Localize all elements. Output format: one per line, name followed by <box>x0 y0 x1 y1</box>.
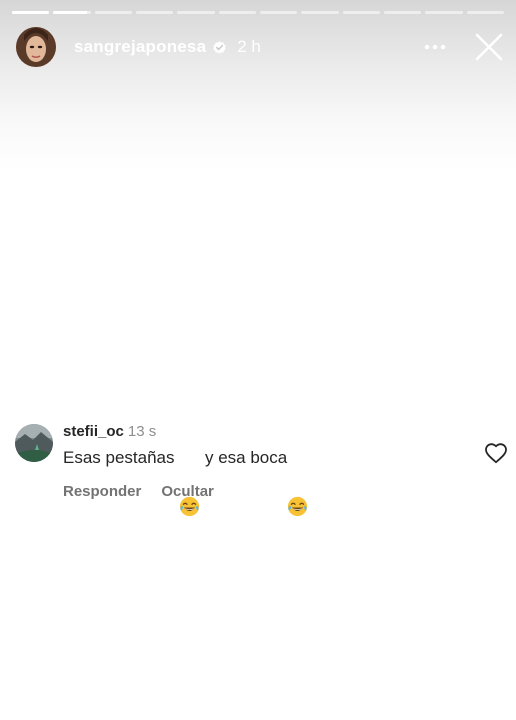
progress-segment <box>425 11 463 14</box>
comment-actions: Responder Ocultar <box>63 483 468 500</box>
story-author-username[interactable]: sangrejaponesa <box>74 37 206 57</box>
comment-text: Esas pestañas y esa boca <box>63 446 468 516</box>
progress-segment <box>342 11 380 14</box>
commenter-avatar[interactable] <box>15 424 53 462</box>
verified-badge-icon <box>212 40 227 55</box>
progress-segment <box>259 11 298 14</box>
comment-meta: stefii_oc 13 s <box>63 421 468 443</box>
comment-item: stefii_oc13 s Esas pestañas y esa boca <box>15 421 508 516</box>
progress-segment <box>466 11 504 14</box>
tears-of-joy-emoji-icon <box>287 448 308 516</box>
more-horizontal-icon[interactable] <box>422 34 448 60</box>
comment-body: stefii_oc13 s Esas pestañas y esa boca <box>63 421 468 516</box>
reply-button[interactable]: Responder <box>63 483 141 500</box>
close-icon[interactable] <box>474 32 504 62</box>
commenter-username[interactable]: stefii_oc <box>63 423 124 440</box>
comment-timestamp: 13 s <box>127 423 157 440</box>
story-progress-bar <box>12 11 504 14</box>
progress-segment <box>135 11 174 14</box>
progress-segment <box>53 11 91 14</box>
hide-button[interactable]: Ocultar <box>161 483 214 500</box>
comment-text-part1: Esas pestañas <box>63 448 180 467</box>
story-timestamp: 2 h <box>237 37 261 56</box>
comment-text-part2: y esa boca <box>200 448 288 467</box>
story-author-avatar[interactable] <box>16 27 56 67</box>
story-header: sangrejaponesa 2 h <box>16 26 504 68</box>
progress-segment <box>177 11 215 14</box>
progress-segment <box>94 11 132 14</box>
progress-segment <box>218 11 256 14</box>
heart-outline-icon[interactable] <box>484 442 508 464</box>
progress-segment <box>383 11 422 14</box>
progress-segment <box>12 11 50 14</box>
progress-segment-fill <box>53 11 87 14</box>
progress-segment-fill <box>12 11 50 14</box>
progress-segment <box>301 11 339 14</box>
tears-of-joy-emoji-icon <box>179 448 200 516</box>
